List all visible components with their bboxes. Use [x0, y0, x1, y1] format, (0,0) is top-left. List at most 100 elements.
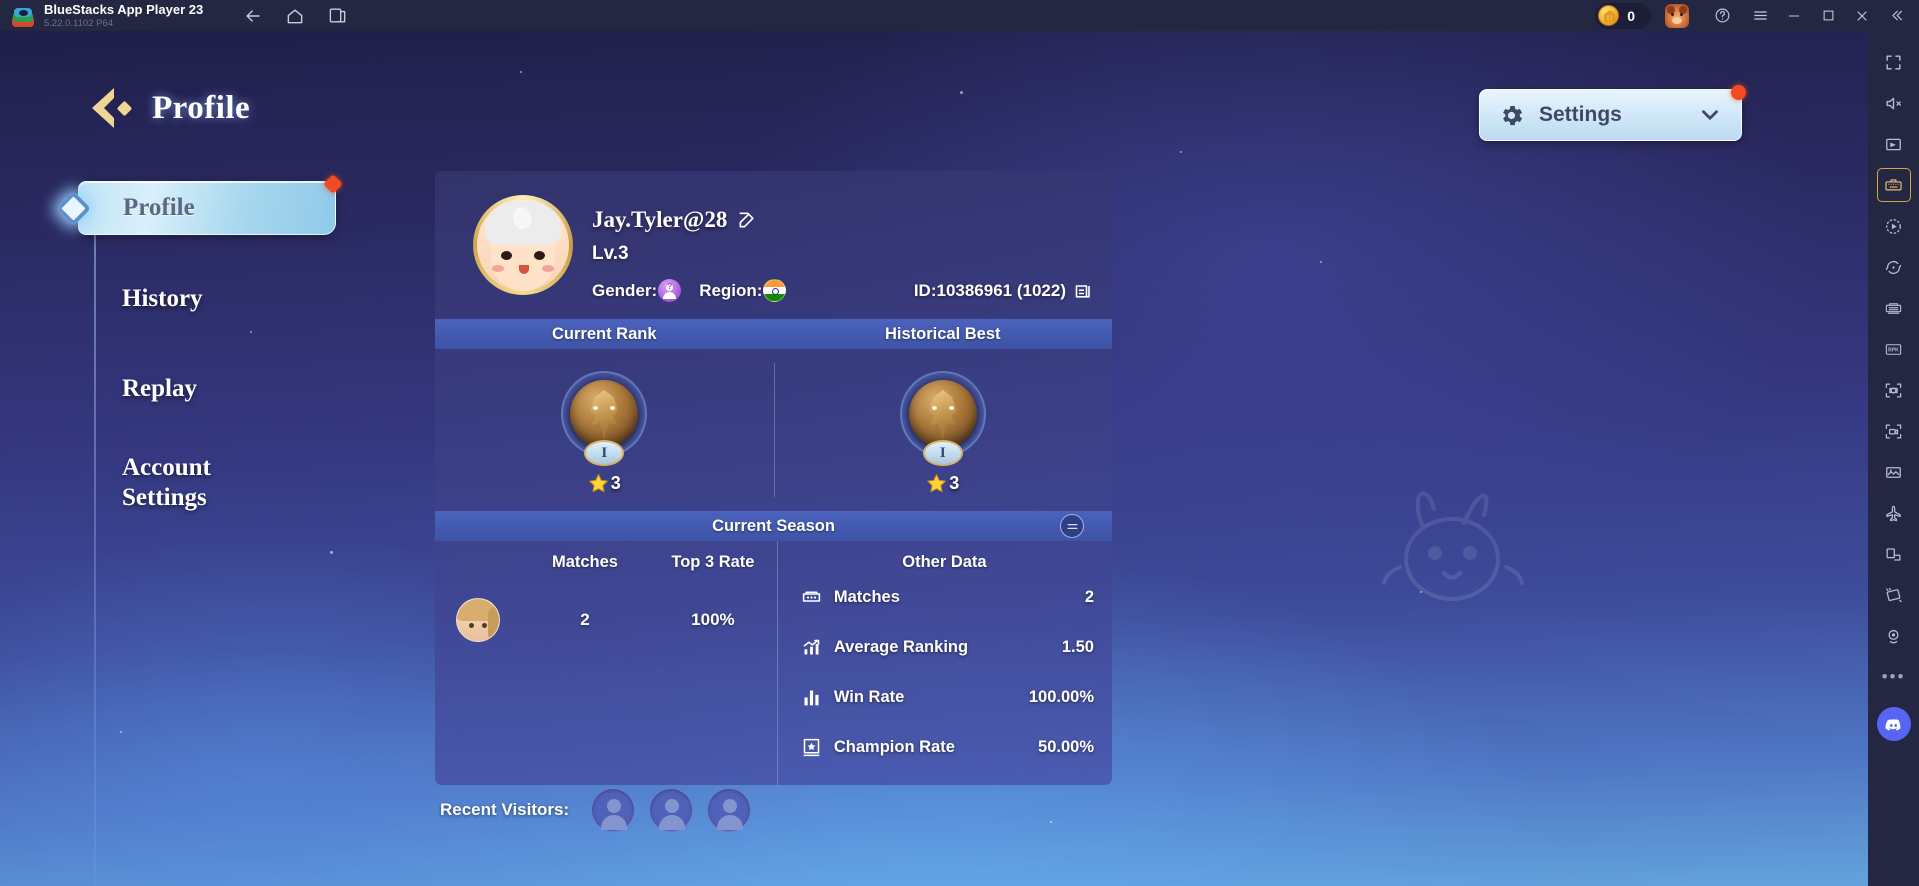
- stat-label: Win Rate: [833, 687, 905, 706]
- back-chevron-icon[interactable]: [84, 85, 136, 131]
- username: Jay.Tyler@28: [592, 207, 728, 232]
- more-icon[interactable]: •••: [1877, 660, 1911, 694]
- stat-row: Average Ranking 1.50: [777, 622, 1112, 672]
- hero-avatar[interactable]: [456, 598, 500, 642]
- svg-text:RPK: RPK: [1888, 347, 1899, 353]
- title-bar: BlueStacks App Player 23 5.22.0.1102 P64…: [0, 0, 1919, 31]
- stat-value: 100.00%: [1028, 687, 1094, 706]
- close-icon[interactable]: [1845, 0, 1879, 31]
- game-viewport: Profile Profile History Replay Account S…: [0, 31, 1868, 886]
- multi-instance-icon[interactable]: [327, 6, 347, 26]
- rank-medal-icon: [570, 380, 639, 448]
- gender-badge-icon: ?: [658, 279, 682, 302]
- collapse-icon[interactable]: [1879, 0, 1913, 31]
- gender-label: Gender:: [592, 280, 658, 300]
- fullscreen-icon[interactable]: [1877, 45, 1911, 79]
- current-rank-header: Current Rank: [551, 324, 657, 343]
- macro-play-icon[interactable]: [1877, 209, 1911, 243]
- sidebar-item-replay[interactable]: Replay: [78, 363, 378, 415]
- airplane-icon[interactable]: [1877, 496, 1911, 530]
- bluestacks-logo-icon: [12, 5, 34, 27]
- rank-tier-badge: I: [584, 440, 625, 466]
- edit-icon[interactable]: [737, 210, 757, 230]
- discord-icon[interactable]: [1876, 707, 1911, 741]
- window-resize-icon[interactable]: [1877, 537, 1911, 571]
- sidebar-item-label: Account: [122, 454, 211, 481]
- coin-balance[interactable]: 0: [1595, 2, 1651, 29]
- settings-button[interactable]: Settings: [1479, 85, 1746, 141]
- rank-header-bar: Current Rank Historical Best: [435, 319, 1112, 349]
- home-icon[interactable]: [285, 6, 305, 26]
- tilt-icon[interactable]: [1877, 578, 1911, 612]
- back-icon[interactable]: [243, 6, 263, 26]
- record-video-icon[interactable]: [1877, 414, 1911, 448]
- sidebar-item-history[interactable]: History: [78, 273, 378, 325]
- coin-value: 0: [1627, 7, 1635, 24]
- player-level: Lv.3: [592, 243, 629, 264]
- sidebar-item-profile[interactable]: Profile: [78, 174, 343, 235]
- rank-tier-label: I: [939, 444, 946, 461]
- stat-value: 2: [1084, 587, 1094, 606]
- sync-icon[interactable]: [1877, 250, 1911, 284]
- user-avatar-bear-icon[interactable]: [1665, 3, 1689, 28]
- scoreboard-icon: [802, 590, 821, 602]
- trend-chart-icon: [803, 639, 820, 654]
- avatar[interactable]: [473, 195, 573, 295]
- sidebar-nav: Profile History Replay Account Settings: [78, 174, 378, 886]
- username-row: Jay.Tyler@28: [592, 207, 757, 233]
- sidebar-item-label-line2: Settings: [122, 484, 207, 511]
- current-rank-badge[interactable]: I 3: [435, 349, 774, 511]
- rank-stars: 3: [926, 473, 959, 494]
- season-left-headers: Matches Top 3 Rate: [435, 541, 777, 572]
- profile-meta-row: Gender: ? Region: ID:10386961 (1022): [592, 279, 1094, 302]
- hero-avatar-cell: [435, 598, 521, 642]
- season-header-bar: Current Season: [435, 511, 1112, 541]
- sidebar-item-account-settings[interactable]: Account Settings: [78, 453, 378, 513]
- player-id: ID:10386961 (1022): [913, 280, 1066, 300]
- mute-icon[interactable]: [1877, 86, 1911, 120]
- stat-label: Matches: [833, 587, 900, 606]
- season-hero-row: 2 100%: [435, 572, 777, 642]
- screenshot-icon[interactable]: [1877, 373, 1911, 407]
- settings-notification-dot: [1731, 85, 1746, 100]
- top3-rate-header: Top 3 Rate: [671, 553, 755, 571]
- season-header: Current Season: [712, 516, 835, 535]
- multi-control-icon[interactable]: [1877, 291, 1911, 325]
- menu-icon[interactable]: [1743, 0, 1777, 31]
- rank-divider: [773, 363, 775, 497]
- coin-icon: [1598, 5, 1620, 26]
- recent-visitors: Recent Visitors:: [440, 788, 752, 832]
- titlebar-right-group: 0: [1595, 0, 1919, 31]
- visitor-avatar[interactable]: [591, 788, 636, 832]
- other-data-header: Other Data: [902, 553, 987, 571]
- minimize-icon[interactable]: [1777, 0, 1811, 31]
- historical-best-header: Historical Best: [884, 324, 1001, 343]
- historical-best-badge[interactable]: I 3: [774, 349, 1113, 511]
- matches-header: Matches: [551, 553, 618, 571]
- visitor-avatar[interactable]: [649, 788, 694, 832]
- star-icon: [588, 474, 608, 493]
- profile-card: Jay.Tyler@28 Lv.3 Gender: ? Region: ID:1…: [435, 171, 1113, 786]
- region-label: Region:: [699, 280, 763, 300]
- bluestacks-side-toolbar: RPK •••: [1868, 31, 1919, 886]
- media-manager-icon[interactable]: [1877, 455, 1911, 489]
- season-switch-button[interactable]: [1060, 514, 1084, 538]
- rank-medal-icon: [908, 380, 977, 448]
- rank-star-count: 3: [949, 473, 960, 493]
- visitor-avatar[interactable]: [707, 788, 752, 832]
- chevron-down-icon[interactable]: [1697, 102, 1723, 128]
- stat-label: Average Ranking: [833, 637, 969, 656]
- stat-value: 50.00%: [1038, 737, 1094, 756]
- sidebar-item-label: History: [122, 285, 203, 312]
- podium-icon: [803, 738, 820, 756]
- rank-tier-badge: I: [922, 440, 963, 466]
- gear-icon: [1503, 105, 1523, 125]
- help-icon[interactable]: [1705, 0, 1739, 31]
- page-title: Profile: [152, 89, 251, 126]
- location-icon[interactable]: [1877, 619, 1911, 653]
- rpg-mode-icon[interactable]: RPK: [1877, 332, 1911, 366]
- copy-icon[interactable]: [1074, 281, 1094, 301]
- keyboard-icon[interactable]: [1876, 168, 1911, 202]
- maximize-icon[interactable]: [1811, 0, 1845, 31]
- gamepad-icon[interactable]: [1877, 127, 1911, 161]
